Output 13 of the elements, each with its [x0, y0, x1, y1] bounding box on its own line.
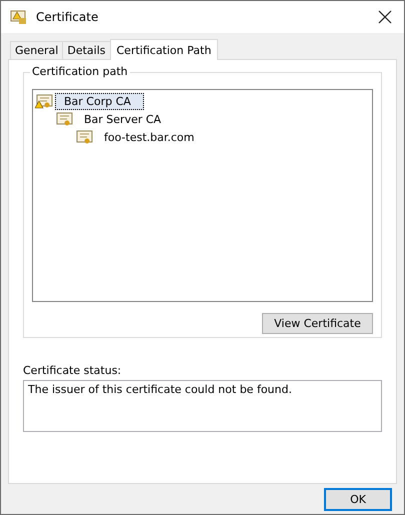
tree-item[interactable]: Bar Corp CA: [55, 92, 144, 110]
certificate-icon: [10, 9, 28, 25]
tree-item[interactable]: foo-test.bar.com: [95, 128, 208, 146]
close-icon[interactable]: [378, 10, 392, 24]
tab[interactable]: Certification Path: [110, 39, 218, 60]
status-label: Certificate status:: [23, 364, 122, 377]
tree-item[interactable]: Bar Server CA: [75, 110, 174, 128]
tab[interactable]: General: [10, 41, 64, 59]
status-field: The issuer of this certificate could not be found.: [23, 380, 382, 432]
ok-button[interactable]: OK: [324, 488, 392, 510]
view-certificate-button[interactable]: View Certificate: [262, 313, 373, 334]
window-title: Certificate: [36, 10, 100, 24]
group-label: Certification path: [30, 65, 130, 78]
